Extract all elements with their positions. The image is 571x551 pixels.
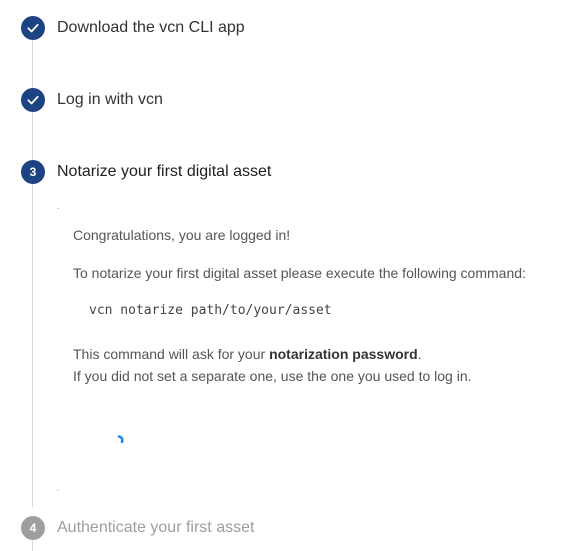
step-3-header[interactable]: 3 Notarize your first digital asset [21, 160, 271, 184]
password-fallback-note: If you did not set a separate one, use t… [73, 368, 472, 384]
step-4-indicator: 4 [21, 516, 45, 540]
step-4-header[interactable]: 4 Authenticate your first asset [21, 516, 254, 540]
step-4-number: 4 [29, 521, 37, 535]
divider-speck [57, 208, 59, 209]
step-4-title: Authenticate your first asset [57, 519, 255, 536]
step-3-indicator: 3 [21, 160, 45, 184]
password-note: This command will ask for your notarizat… [73, 343, 422, 365]
loading-spinner-icon [113, 432, 129, 448]
password-note-prefix: This command will ask for your [73, 346, 270, 362]
step-1-title: Download the vcn CLI app [57, 19, 245, 36]
step-3-number: 3 [29, 165, 37, 179]
password-note-suffix: . [417, 346, 422, 362]
step-2-indicator [21, 88, 45, 112]
checkmark-icon [26, 93, 40, 107]
congrats-text: Congratulations, you are logged in! [73, 227, 291, 243]
checkmark-icon [26, 21, 40, 35]
step-2-header[interactable]: Log in with vcn [21, 88, 163, 112]
execute-instructions: To notarize your first digital asset ple… [73, 265, 526, 281]
step-connector [32, 540, 33, 551]
step-connector [32, 112, 33, 160]
step-1-header[interactable]: Download the vcn CLI app [21, 16, 245, 40]
command-code[interactable]: vcn notarize path/to/your/asset [89, 300, 332, 322]
step-3-title: Notarize your first digital asset [57, 163, 272, 180]
step-1-indicator [21, 16, 45, 40]
divider-speck [57, 490, 59, 491]
step-2-title: Log in with vcn [57, 91, 163, 108]
step-connector [32, 184, 33, 507]
step-connector [32, 40, 33, 88]
password-note-bold: notarization password [269, 346, 418, 362]
stepper: Download the vcn CLI app Log in with vcn… [0, 0, 571, 551]
